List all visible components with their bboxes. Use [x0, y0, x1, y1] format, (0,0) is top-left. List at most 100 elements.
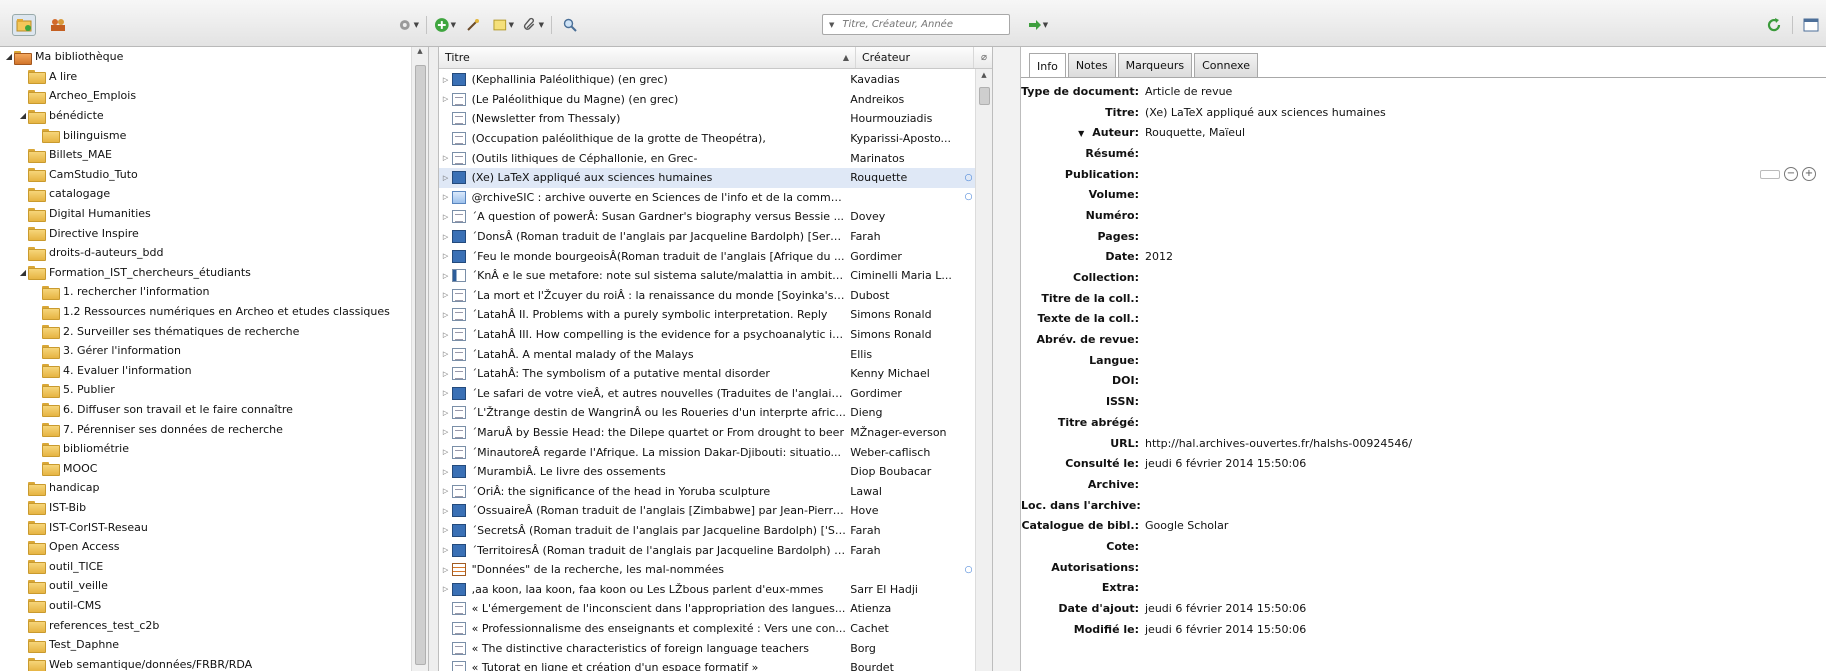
collection-item[interactable]: handicap: [0, 478, 412, 498]
collection-item[interactable]: Billets_MAE: [0, 145, 412, 165]
expand-row-icon[interactable]: ▷: [439, 370, 452, 378]
collection-item[interactable]: catalogage: [0, 184, 412, 204]
scroll-up-arrow[interactable]: ▲: [412, 47, 428, 61]
collection-item[interactable]: Digital Humanities: [0, 204, 412, 224]
locate-button[interactable]: ▼: [1026, 14, 1050, 36]
item-row[interactable]: ▷ ´A question of powerÂ: Susan Gardner's …: [439, 207, 977, 227]
expand-row-icon[interactable]: ▷: [439, 487, 452, 495]
field-value[interactable]: Rouquette, Maïeul: [1143, 126, 1245, 139]
item-row[interactable]: « Tutorat en ligne et création d'un espa…: [439, 658, 977, 671]
collection-item[interactable]: outil_veille: [0, 576, 412, 596]
field-value[interactable]: jeudi 6 février 2014 15:50:06: [1143, 623, 1306, 636]
field-value[interactable]: Google Scholar: [1143, 519, 1228, 532]
field-value[interactable]: jeudi 6 février 2014 15:50:06: [1143, 457, 1306, 470]
collection-item[interactable]: CamStudio_Tuto: [0, 165, 412, 185]
library-root[interactable]: ◢ Ma bibliothèque: [0, 47, 412, 67]
fullscreen-button[interactable]: [1799, 14, 1823, 36]
item-row[interactable]: ▷ "Données" de la recherche, les mal-nomm…: [439, 560, 977, 580]
expander-icon[interactable]: ◢: [4, 52, 14, 61]
tab-connexe[interactable]: Connexe: [1194, 53, 1258, 77]
item-row[interactable]: ▷ (Xe) LaTeX appliqué aux sciences humain…: [439, 167, 977, 188]
left-splitter[interactable]: [429, 47, 438, 671]
expand-row-icon[interactable]: ▷: [439, 468, 452, 476]
collection-item[interactable]: IST-Bib: [0, 498, 412, 518]
right-splitter[interactable]: [993, 47, 1020, 671]
item-row[interactable]: « L'émergement de l'inconscient dans l'a…: [439, 599, 977, 619]
new-group-button[interactable]: [46, 14, 70, 36]
expand-row-icon[interactable]: ▷: [439, 331, 452, 339]
new-note-button[interactable]: ▼: [491, 14, 515, 36]
tab-notes[interactable]: Notes: [1067, 53, 1116, 77]
item-row[interactable]: ▷ ´MurambiÂ. Le livre des ossements Diop B…: [439, 462, 977, 482]
expand-row-icon[interactable]: ▷: [439, 389, 452, 397]
field-value[interactable]: (Xe) LaTeX appliqué aux sciences humaine…: [1143, 106, 1386, 119]
expand-row-icon[interactable]: ▷: [439, 311, 452, 319]
collection-item[interactable]: references_test_c2b: [0, 615, 412, 635]
item-row[interactable]: ▷ ´TerritoiresÂ (Roman traduit de l'angla…: [439, 540, 977, 560]
collection-item[interactable]: Test_Daphne: [0, 635, 412, 655]
item-row[interactable]: ▷ ´DonsÂ (Roman traduit de l'anglais par …: [439, 227, 977, 247]
item-row[interactable]: ▷ ´KnÂ e le sue metafore: note sul sistem…: [439, 266, 977, 286]
expand-row-icon[interactable]: ▷: [439, 252, 452, 260]
item-row[interactable]: ▷ ,aa koon, laa koon, faa koon ou Les LŽb…: [439, 579, 977, 599]
expand-row-icon[interactable]: ▷: [439, 448, 452, 456]
collection-item[interactable]: 1.2 Ressources numériques en Archeo et e…: [0, 302, 412, 322]
field-value[interactable]: Article de revue: [1143, 85, 1232, 98]
scrollbar-thumb[interactable]: [415, 65, 426, 665]
collection-item[interactable]: Archeo_Emplois: [0, 86, 412, 106]
expand-row-icon[interactable]: ▷: [439, 95, 452, 103]
collection-item[interactable]: 4. Evaluer l'information: [0, 361, 412, 381]
field-value[interactable]: jeudi 6 février 2014 15:50:06: [1143, 602, 1306, 615]
item-row[interactable]: ▷ @rchiveSIC : archive ouverte en Science…: [439, 188, 977, 208]
search-box[interactable]: ▼: [822, 14, 1010, 35]
expand-row-icon[interactable]: ▷: [439, 233, 452, 241]
item-row[interactable]: (Newsletter from Thessaly) Hourmouziadis: [439, 109, 977, 129]
collection-item[interactable]: ◢ bénédicte: [0, 106, 412, 126]
column-header-title[interactable]: Titre ▲: [439, 47, 856, 68]
expand-row-icon[interactable]: ▷: [439, 546, 452, 554]
add-by-identifier-button[interactable]: [461, 14, 485, 36]
collection-item[interactable]: outil-CMS: [0, 596, 412, 616]
search-mode-dropdown-icon[interactable]: ▼: [829, 21, 834, 29]
tab-info[interactable]: Info: [1029, 53, 1066, 78]
item-row[interactable]: ▷ ´MinautoreÂ regarde l'Afrique. La missi…: [439, 442, 977, 462]
expand-row-icon[interactable]: ▷: [439, 526, 452, 534]
collection-item[interactable]: 7. Pérenniser ses données de recherche: [0, 419, 412, 439]
scroll-up-arrow[interactable]: ▲: [976, 71, 992, 85]
expand-row-icon[interactable]: ▷: [439, 507, 452, 515]
collection-item[interactable]: Open Access: [0, 537, 412, 557]
scrollbar-thumb[interactable]: [979, 87, 990, 105]
item-row[interactable]: ▷ ´SecretsÂ (Roman traduit de l'anglais p…: [439, 521, 977, 541]
advanced-search-button[interactable]: [558, 14, 582, 36]
collection-item[interactable]: Web semantique/données/FRBR/RDA: [0, 654, 412, 671]
collection-item[interactable]: droits-d-auteurs_bdd: [0, 243, 412, 263]
items-scrollbar[interactable]: ▲: [975, 69, 992, 671]
collection-item[interactable]: 6. Diffuser son travail et le faire conn…: [0, 400, 412, 420]
creator-type-switch[interactable]: [1760, 169, 1780, 179]
new-collection-button[interactable]: [12, 14, 36, 36]
remove-creator-button[interactable]: −: [1784, 167, 1798, 181]
expand-row-icon[interactable]: ▷: [439, 174, 452, 182]
item-row[interactable]: ▷ (Kephallinia Paléolithique) (en grec) Ka…: [439, 70, 977, 90]
collection-item[interactable]: bilinguisme: [0, 125, 412, 145]
item-row[interactable]: ▷ ´L'Žtrange destin de WangrinÂ ou les Ro…: [439, 403, 977, 423]
item-row[interactable]: ▷ ´LatahÂ: The symbolism of a putative me…: [439, 364, 977, 384]
collection-item[interactable]: ◢ Formation_IST_chercheurs_étudiants: [0, 263, 412, 283]
expand-row-icon[interactable]: ▷: [439, 585, 452, 593]
collections-scrollbar[interactable]: ▲: [411, 47, 428, 671]
expander-icon[interactable]: ◢: [18, 111, 28, 120]
add-attachment-button[interactable]: ▼: [521, 14, 545, 36]
expander-icon[interactable]: ◢: [18, 268, 28, 277]
expand-row-icon[interactable]: ▷: [439, 409, 452, 417]
item-row[interactable]: « The distinctive characteristics of for…: [439, 638, 977, 658]
collection-item[interactable]: 2. Surveiller ses thématiques de recherc…: [0, 321, 412, 341]
item-row[interactable]: ▷ (Le Paléolithique du Magne) (en grec) An…: [439, 90, 977, 110]
collection-item[interactable]: Directive Inspire: [0, 223, 412, 243]
item-row[interactable]: ▷ ´MaruÂ by Bessie Head: the Dilepe quart…: [439, 423, 977, 443]
expand-row-icon[interactable]: ▷: [439, 566, 452, 574]
collection-item[interactable]: 1. rechercher l'information: [0, 282, 412, 302]
item-row[interactable]: ▷ ´Feu le monde bourgeoisÂ(Roman traduit …: [439, 246, 977, 266]
tab-marqueurs[interactable]: Marqueurs: [1117, 53, 1193, 77]
search-input[interactable]: [842, 19, 1003, 30]
actions-menu-button[interactable]: ▼: [396, 14, 420, 36]
